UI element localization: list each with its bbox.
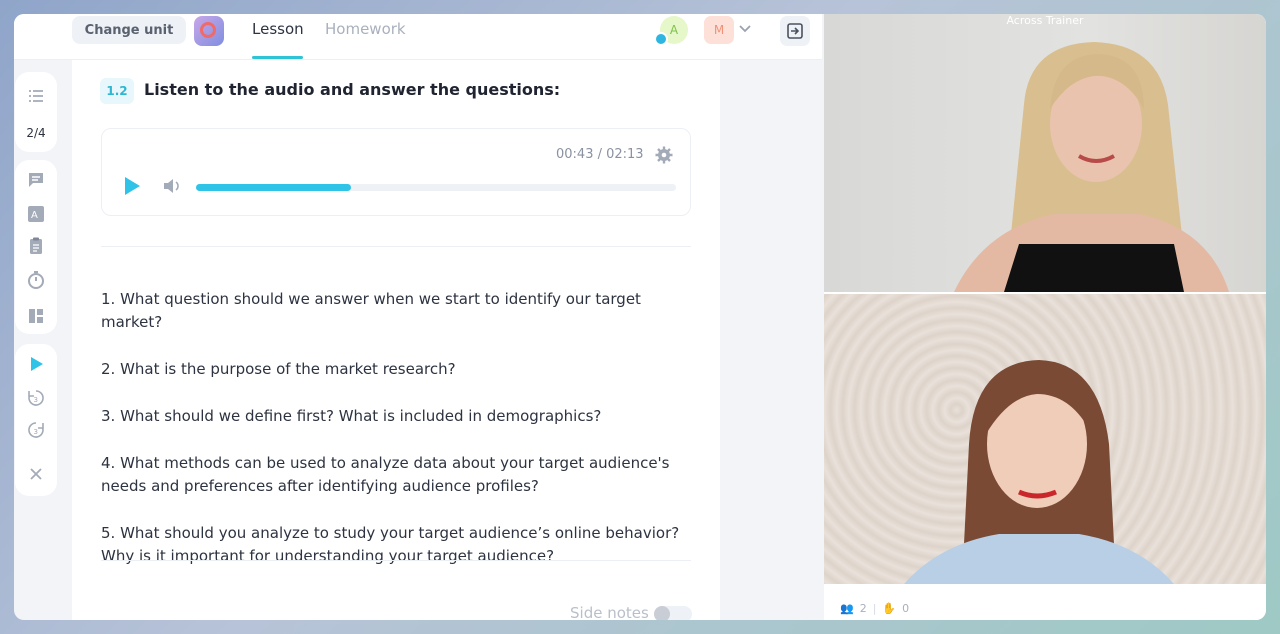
svg-text:3: 3 [34, 396, 38, 404]
thumbs-up-icon [654, 32, 668, 46]
question-item: 1. What question should we answer when w… [101, 290, 641, 331]
question-list: 1. What question should we answer when w… [101, 288, 701, 592]
change-unit-button[interactable]: Change unit [72, 16, 186, 44]
play-button[interactable] [122, 175, 142, 197]
active-tab-indicator [252, 56, 303, 59]
play-icon[interactable] [26, 354, 46, 374]
exit-button[interactable] [780, 16, 810, 46]
magnifier-icon [200, 22, 216, 38]
participants-count: 2 [859, 602, 867, 615]
close-icon[interactable] [26, 464, 46, 484]
page-indicator: 2/4 [26, 126, 46, 140]
stats-divider: | [872, 602, 877, 615]
teacher-figure [954, 42, 1229, 292]
question-item: 5. What should you analyze to study your… [101, 524, 680, 565]
svg-text:A: A [31, 210, 38, 221]
clipboard-icon[interactable] [26, 236, 46, 256]
lesson-card: 1.2 Listen to the audio and answer the q… [72, 60, 720, 620]
task-title: Listen to the audio and answer the quest… [144, 80, 561, 99]
question-item: 3. What should we define first? What is … [101, 407, 602, 425]
avatar[interactable]: M [704, 16, 734, 44]
layout-icon[interactable] [26, 306, 46, 326]
toolbar-group-tools: A [15, 160, 57, 334]
video-panel: Across Trainer 👥 2 | ✋ 0 [824, 14, 1266, 620]
chat-icon[interactable] [26, 170, 46, 190]
toggle-knob [654, 606, 670, 620]
exit-icon [787, 23, 803, 39]
side-notes-label: Side notes [570, 604, 649, 620]
forward-3-icon[interactable]: 3 [26, 420, 46, 440]
video-participant-label: Across Trainer [1006, 14, 1084, 27]
top-bar: Change unit Lesson Homework A M [14, 14, 822, 60]
gear-icon[interactable] [654, 145, 674, 165]
timer-icon[interactable] [26, 270, 46, 290]
audio-player: 00:43 / 02:13 [101, 128, 691, 216]
divider [101, 246, 691, 247]
question-item: 2. What is the purpose of the market res… [101, 360, 456, 378]
unit-thumbnail[interactable] [194, 16, 224, 46]
replay-3-icon[interactable]: 3 [26, 388, 46, 408]
app-window: Change unit Lesson Homework A M 2/4 A 3 … [14, 14, 1266, 620]
participants-icon: 👥 [840, 602, 854, 615]
audio-time: 00:43 / 02:13 [556, 147, 644, 162]
hand-icon: ✋ [882, 602, 897, 615]
student-video[interactable] [824, 294, 1266, 584]
audio-progress-track[interactable] [196, 184, 676, 191]
hands-count: 0 [902, 602, 910, 615]
tab-homework[interactable]: Homework [325, 20, 406, 38]
divider [101, 560, 691, 561]
toolbar-group-media: 3 3 [15, 344, 57, 496]
toolbar-group-nav: 2/4 [15, 72, 57, 152]
avatar-initial: A [669, 23, 679, 37]
translate-icon[interactable]: A [26, 204, 46, 224]
student-figure [904, 360, 1174, 584]
task-number-badge: 1.2 [100, 78, 134, 104]
question-item: 4. What methods can be used to analyze d… [101, 454, 670, 495]
tab-lesson[interactable]: Lesson [252, 20, 304, 38]
list-icon[interactable] [26, 86, 46, 106]
teacher-video[interactable]: Across Trainer [824, 14, 1266, 292]
call-stats: 👥 2 | ✋ 0 [840, 602, 909, 615]
volume-icon[interactable] [162, 177, 182, 195]
audio-progress-fill [196, 184, 352, 191]
svg-text:3: 3 [34, 428, 38, 436]
chevron-down-icon[interactable] [738, 22, 752, 36]
side-notes-toggle[interactable] [654, 606, 692, 620]
avatar-initial: M [713, 23, 725, 37]
avatar[interactable]: A [654, 16, 688, 46]
